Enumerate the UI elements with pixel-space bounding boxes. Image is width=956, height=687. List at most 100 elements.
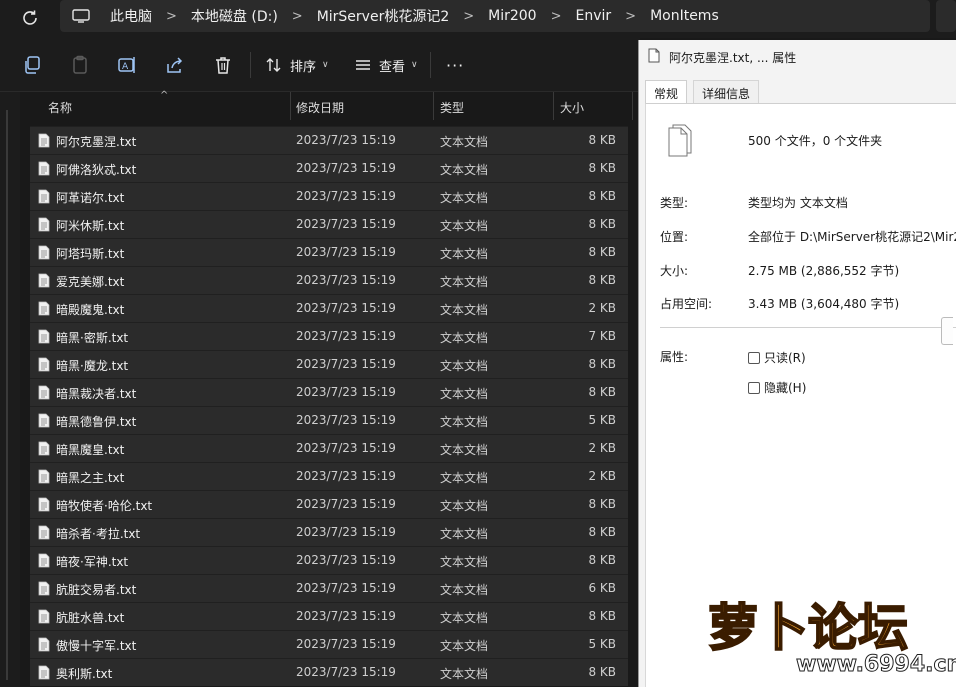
file-row[interactable]: 阿塔玛斯.txt 2023/7/23 15:19 文本文档 8 KB bbox=[30, 238, 628, 266]
file-row[interactable]: 暗黑之主.txt 2023/7/23 15:19 文本文档 2 KB bbox=[30, 462, 628, 490]
file-date: 2023/7/23 15:19 bbox=[296, 161, 396, 175]
file-name[interactable]: 阿塔玛斯.txt bbox=[56, 245, 124, 262]
file-name[interactable]: 暗黑裁决者.txt bbox=[56, 385, 136, 402]
file-name[interactable]: 暗殿魔鬼.txt bbox=[56, 301, 124, 318]
file-row[interactable]: 傲慢十字军.txt 2023/7/23 15:19 文本文档 5 KB bbox=[30, 630, 628, 658]
search-box[interactable] bbox=[936, 0, 956, 32]
file-row[interactable]: 阿革诺尔.txt 2023/7/23 15:19 文本文档 8 KB bbox=[30, 182, 628, 210]
text-file-icon bbox=[38, 581, 50, 596]
crumb-monitems[interactable]: MonItems bbox=[650, 8, 719, 24]
column-divider[interactable] bbox=[290, 92, 291, 120]
file-name[interactable]: 傲慢十字军.txt bbox=[56, 637, 136, 654]
column-divider[interactable] bbox=[632, 92, 633, 120]
file-name[interactable]: 阿革诺尔.txt bbox=[56, 189, 124, 206]
chevron-right-icon[interactable]: > bbox=[463, 9, 474, 24]
sort-label: 排序 bbox=[290, 59, 317, 75]
file-name[interactable]: 暗杀者·考拉.txt bbox=[56, 525, 140, 542]
tab-details[interactable]: 详细信息 bbox=[693, 80, 760, 104]
advanced-button[interactable] bbox=[941, 317, 953, 345]
file-row[interactable]: 阿佛洛狄忒.txt 2023/7/23 15:19 文本文档 8 KB bbox=[30, 154, 628, 182]
column-divider[interactable] bbox=[553, 92, 554, 120]
dialog-title-bar[interactable]: 阿尔克墨涅.txt, ... 属性 bbox=[639, 40, 956, 72]
view-button[interactable]: 查看 ∨ bbox=[355, 54, 418, 76]
file-row[interactable]: 肮脏交易者.txt 2023/7/23 15:19 文本文档 6 KB bbox=[30, 574, 628, 602]
file-name[interactable]: 肮脏交易者.txt bbox=[56, 581, 136, 598]
more-options-button[interactable]: ··· bbox=[446, 56, 464, 75]
delete-icon[interactable] bbox=[213, 55, 233, 75]
tab-general[interactable]: 常规 bbox=[645, 80, 688, 105]
chevron-right-icon[interactable]: > bbox=[551, 9, 562, 24]
column-type[interactable]: 类型 bbox=[440, 99, 464, 116]
file-name[interactable]: 暗黑·密斯.txt bbox=[56, 329, 128, 346]
file-row[interactable]: 暗牧使者·哈伦.txt 2023/7/23 15:19 文本文档 8 KB bbox=[30, 490, 628, 518]
location-label: 位置: bbox=[660, 230, 689, 244]
file-row[interactable]: 奥利斯.txt 2023/7/23 15:19 文本文档 8 KB bbox=[30, 658, 628, 686]
crumb-drive[interactable]: 本地磁盘 (D:) bbox=[191, 6, 278, 26]
dialog-title: 阿尔克墨涅.txt, ... 属性 bbox=[669, 51, 797, 65]
file-date: 2023/7/23 15:19 bbox=[296, 385, 396, 399]
disk-size-label: 占用空间: bbox=[660, 297, 713, 311]
share-icon[interactable] bbox=[165, 55, 185, 75]
paste-icon[interactable] bbox=[70, 55, 90, 75]
column-header-row: ^ 名称 修改日期 类型 大小 bbox=[20, 90, 638, 120]
readonly-checkbox[interactable]: 只读(R) bbox=[748, 349, 806, 366]
file-date: 2023/7/23 15:19 bbox=[296, 637, 396, 651]
rename-icon[interactable]: A bbox=[117, 55, 137, 75]
file-row[interactable]: 爱克美娜.txt 2023/7/23 15:19 文本文档 8 KB bbox=[30, 266, 628, 294]
column-size[interactable]: 大小 bbox=[560, 99, 584, 116]
crumb-envir[interactable]: Envir bbox=[576, 8, 612, 24]
sort-button[interactable]: 排序 ∨ bbox=[266, 54, 329, 76]
file-row[interactable]: 阿尔克墨涅.txt 2023/7/23 15:19 文本文档 8 KB bbox=[30, 126, 628, 154]
hidden-checkbox[interactable]: 隐藏(H) bbox=[748, 379, 806, 396]
file-row[interactable]: 暗黑·魔龙.txt 2023/7/23 15:19 文本文档 8 KB bbox=[30, 350, 628, 378]
file-size: 8 KB bbox=[588, 245, 616, 259]
chevron-right-icon[interactable]: > bbox=[292, 9, 303, 24]
file-name[interactable]: 暗黑·魔龙.txt bbox=[56, 357, 128, 374]
file-row[interactable]: 暗黑德鲁伊.txt 2023/7/23 15:19 文本文档 5 KB bbox=[30, 406, 628, 434]
file-row[interactable]: 暗殿魔鬼.txt 2023/7/23 15:19 文本文档 2 KB bbox=[30, 294, 628, 322]
navigation-pane-scrollbar[interactable] bbox=[6, 110, 8, 680]
column-divider[interactable] bbox=[433, 92, 434, 120]
readonly-label: 只读(R) bbox=[764, 351, 806, 365]
file-row[interactable]: 暗夜·军神.txt 2023/7/23 15:19 文本文档 8 KB bbox=[30, 546, 628, 574]
checkbox-box[interactable] bbox=[748, 381, 760, 394]
file-row[interactable]: 暗黑裁决者.txt 2023/7/23 15:19 文本文档 8 KB bbox=[30, 378, 628, 406]
file-name[interactable]: 奥利斯.txt bbox=[56, 665, 112, 682]
file-row[interactable]: 暗黑·密斯.txt 2023/7/23 15:19 文本文档 7 KB bbox=[30, 322, 628, 350]
checkbox-box[interactable] bbox=[748, 351, 760, 364]
refresh-icon[interactable] bbox=[18, 6, 42, 30]
breadcrumb[interactable]: 此电脑 > 本地磁盘 (D:) > MirServer桃花源记2 > Mir20… bbox=[60, 0, 930, 32]
file-row[interactable]: 阿米休斯.txt 2023/7/23 15:19 文本文档 8 KB bbox=[30, 210, 628, 238]
file-name[interactable]: 爱克美娜.txt bbox=[56, 273, 124, 290]
column-name[interactable]: 名称 bbox=[48, 99, 72, 116]
file-date: 2023/7/23 15:19 bbox=[296, 217, 396, 231]
text-file-icon bbox=[38, 329, 50, 344]
chevron-right-icon[interactable]: > bbox=[166, 9, 177, 24]
file-name[interactable]: 暗黑德鲁伊.txt bbox=[56, 413, 136, 430]
file-row[interactable]: 肮脏水兽.txt 2023/7/23 15:19 文本文档 8 KB bbox=[30, 602, 628, 630]
column-date[interactable]: 修改日期 bbox=[296, 99, 344, 116]
file-name[interactable]: 阿佛洛狄忒.txt bbox=[56, 161, 136, 178]
file-name[interactable]: 暗黑魔皇.txt bbox=[56, 441, 124, 458]
file-type: 文本文档 bbox=[440, 527, 489, 541]
file-row[interactable]: 暗黑魔皇.txt 2023/7/23 15:19 文本文档 2 KB bbox=[30, 434, 628, 462]
file-name[interactable]: 阿米休斯.txt bbox=[56, 217, 124, 234]
file-size: 8 KB bbox=[588, 217, 616, 231]
crumb-mirserver[interactable]: MirServer桃花源记2 bbox=[317, 6, 450, 26]
file-name[interactable]: 暗牧使者·哈伦.txt bbox=[56, 497, 152, 514]
file-name[interactable]: 暗黑之主.txt bbox=[56, 469, 124, 486]
file-name[interactable]: 肮脏水兽.txt bbox=[56, 609, 124, 626]
file-type: 文本文档 bbox=[440, 499, 489, 513]
crumb-mir200[interactable]: Mir200 bbox=[488, 8, 536, 24]
file-name[interactable]: 阿尔克墨涅.txt bbox=[56, 133, 136, 150]
crumb-this-pc[interactable]: 此电脑 bbox=[110, 6, 152, 26]
text-file-icon bbox=[38, 189, 50, 204]
file-row[interactable]: 暗杀者·考拉.txt 2023/7/23 15:19 文本文档 8 KB bbox=[30, 518, 628, 546]
file-name[interactable]: 暗夜·军神.txt bbox=[56, 553, 128, 570]
hidden-label: 隐藏(H) bbox=[764, 381, 807, 395]
copy-icon[interactable] bbox=[22, 55, 42, 75]
chevron-right-icon[interactable]: > bbox=[625, 9, 636, 24]
file-size: 8 KB bbox=[588, 133, 616, 147]
command-bar: A 排序 ∨ 查看 ∨ ··· bbox=[0, 38, 640, 92]
navigation-pane[interactable] bbox=[0, 92, 20, 687]
